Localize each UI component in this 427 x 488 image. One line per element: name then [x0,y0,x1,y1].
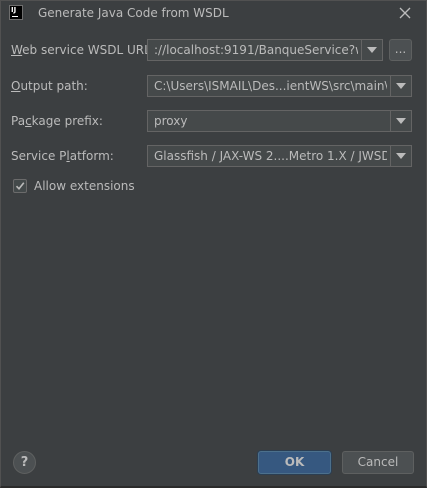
generate-wsdl-dialog: IJ Generate Java Code from WSDL Web serv… [0,0,427,488]
wsdl-url-value[interactable]: ://localhost:9191/BanqueService?wsdl [154,42,358,58]
service-platform-combobox[interactable]: Glassfish / JAX-WS 2....Metro 1.X / JWSD… [147,145,412,167]
package-prefix-combobox[interactable]: proxy [147,110,412,132]
allow-extensions-label[interactable]: Allow extensions [34,178,135,194]
service-platform-dropdown-button[interactable] [390,146,411,166]
service-platform-label: Service Platform: [11,149,114,163]
cancel-button[interactable]: Cancel [342,451,414,474]
wsdl-url-label: Web service WSDL URL: [11,43,155,57]
wsdl-url-dropdown-button[interactable] [361,40,382,60]
output-path-dropdown-button[interactable] [390,76,411,96]
close-icon [399,7,411,19]
title-bar: IJ Generate Java Code from WSDL [1,1,426,25]
chevron-down-icon [367,47,377,53]
package-prefix-label: Package prefix: [11,114,103,128]
allow-extensions-checkbox[interactable] [13,179,27,193]
chevron-down-icon [396,153,406,159]
output-path-combobox[interactable]: C:\Users\ISMAIL\Des...ientWS\src\main\ja… [147,75,412,97]
chevron-down-icon [396,118,406,124]
ok-button[interactable]: OK [258,451,331,474]
close-button[interactable] [396,4,414,22]
help-button[interactable]: ? [13,451,36,474]
package-prefix-value[interactable]: proxy [154,113,387,129]
package-prefix-dropdown-button[interactable] [390,111,411,131]
checkmark-icon [15,182,25,191]
app-icon-text: IJ [11,6,17,14]
chevron-down-icon [396,83,406,89]
output-path-label: Output path: [11,79,88,93]
service-platform-value[interactable]: Glassfish / JAX-WS 2....Metro 1.X / JWSD… [154,148,387,164]
wsdl-url-combobox[interactable]: ://localhost:9191/BanqueService?wsdl [147,39,383,61]
output-path-value[interactable]: C:\Users\ISMAIL\Des...ientWS\src\main\ja… [154,78,387,94]
intellij-logo-icon: IJ [9,5,23,20]
browse-wsdl-button[interactable]: ... [389,39,412,61]
dialog-title: Generate Java Code from WSDL [38,6,229,20]
